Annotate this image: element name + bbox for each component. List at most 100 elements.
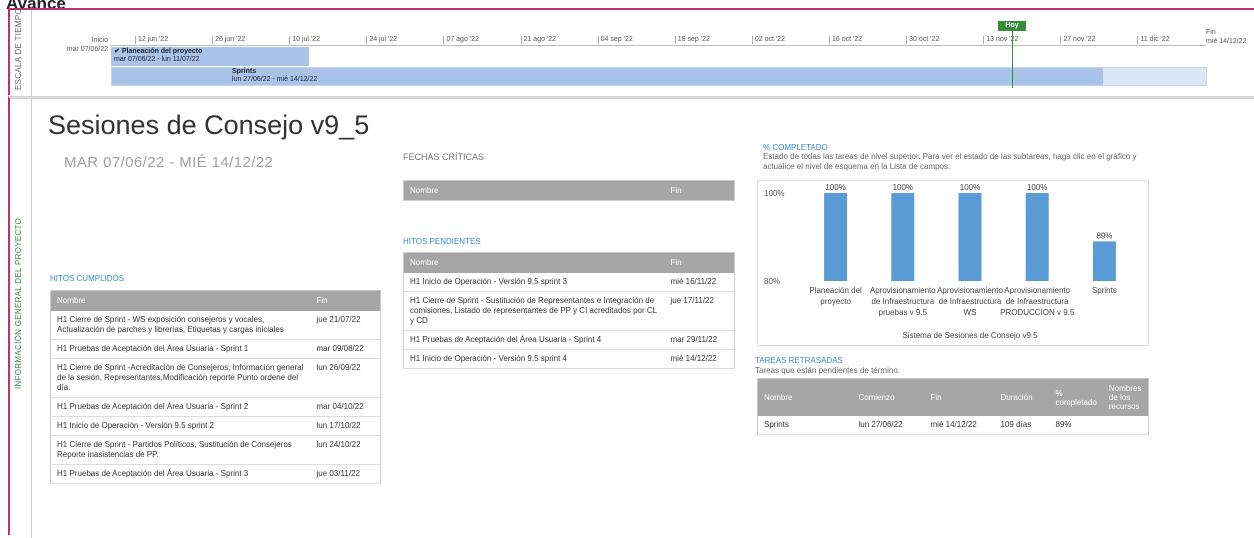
table-cell: H1 Pruebas de Aceptación del Área Usuari… [50,339,311,359]
fechas-criticas-table[interactable]: Nombre Fin [403,180,735,201]
x-tick-label: PRODUCCION v 9.5 [1000,308,1075,317]
table-row[interactable]: H1 Cierre de Sprint - Partidos Políticos… [50,435,381,465]
task-dates: lun 27/06/22 - mié 14/12/22 [232,76,318,83]
table-cell: H1 Cierre de Sprint -Acreditación de Con… [50,358,311,398]
task-dates: mar 07/06/22 - lun 11/07/22 [114,56,200,63]
x-tick-label: Aprovisionamiento [870,286,936,295]
timeline-tick: 10 jul '22 [289,36,320,44]
timeline-end-date: mié 14/12/22 [1206,38,1247,45]
x-tick-label: pruebas v 9.5 [879,308,928,317]
table-cell: jue 21/07/22 [310,310,381,340]
timeline-tick: 27 nov '22 [1060,36,1095,44]
table-cell: mar 04/10/22 [310,397,381,417]
table-row[interactable]: H1 Cierre de Sprint - WS exposición cons… [50,310,381,340]
column-header[interactable]: Nombre [50,290,311,311]
table-cell: H1 Pruebas de Aceptación del Área Usuari… [50,397,311,417]
timeline-side-strip: ESCALA DE TIEMPO [10,8,32,97]
table-cell: mié 14/12/22 [664,349,735,369]
completado-description: Estado de todas las tareas de nivel supe… [763,152,1137,171]
completado-chart[interactable]: 100% 80% 100% Planeación del proyecto 100% Apr… [757,180,1149,346]
table-cell: H1 Inicio de Operación - Versión 9.5 spr… [50,416,311,436]
table-cell [1102,416,1149,435]
timeline-tick: 11 dic '22 [1137,36,1170,44]
table-row[interactable]: H1 Cierre de Sprint -Acreditación de Con… [50,358,381,398]
tareas-retrasadas-label: TAREAS RETRASADAS [755,356,843,365]
main-side-strip: INFORMACIÓN GENERAL DEL PROYECTO [10,99,32,538]
column-header[interactable]: Nombre [403,180,665,201]
column-header[interactable]: Fin [664,180,735,201]
bar-value-label: 100% [825,183,845,192]
table-cell: H1 Cierre de Sprint - Partidos Políticos… [50,435,311,465]
table-row[interactable]: H1 Cierre de Sprint - Sustitución de Rep… [403,291,735,331]
tareas-retrasadas-subtitle: Tareas que están pendientes de término. [755,366,900,375]
table-cell: H1 Inicio de Operación - Versión 9.5 spr… [403,272,665,292]
completado-label: % COMPLETADO [763,143,828,152]
column-header[interactable]: Duración [994,378,1050,416]
bar-value-label: 100% [893,183,913,192]
table-cell: lun 26/09/22 [310,358,381,398]
timeline-start-date: mar 07/06/22 [66,46,108,53]
chart-bar[interactable] [824,193,848,281]
x-axis-label: Sistema de Sesiones de Consejo v9.5 [902,331,1038,340]
table-row[interactable]: H1 Pruebas de Aceptación del Área Usuari… [50,397,381,417]
main-side-label: INFORMACIÓN GENERAL DEL PROYECTO [14,217,23,389]
table-cell: jue 03/11/22 [310,464,381,484]
table-row[interactable]: H1 Pruebas de Aceptación del Área Usuari… [50,464,381,484]
today-marker-line [1012,30,1013,88]
column-header[interactable]: Fin [664,252,735,273]
table-row[interactable]: H1 Pruebas de Aceptación del Área Usuari… [403,330,735,350]
y-tick-label: 80% [764,277,780,286]
table-row[interactable]: Sprints lun 27/06/22 mié 14/12/22 109 dí… [757,416,1149,435]
timeline-start-label: Inicio [91,37,108,44]
timeline-task-sprints-label: Sprints lun 27/06/22 - mié 14/12/22 [232,68,317,84]
table-row[interactable]: H1 Pruebas de Aceptación del Área Usuari… [50,339,381,359]
task-name: Sprints [232,68,257,75]
bar-value-label: 89% [1096,231,1112,240]
timeline-tick: 12 jun '22 [135,36,168,44]
table-row[interactable]: H1 Inicio de Operación - Versión 9.5 spr… [50,416,381,436]
timeline-tick: 16 oct '22 [829,36,862,44]
table-cell: mar 09/08/22 [310,339,381,359]
x-tick-label: proyecto [820,297,851,306]
x-tick-label: WS [964,308,977,317]
bar-value-label: 100% [960,183,980,192]
table-cell: Sprints [757,416,853,435]
timeline-start: Inicio mar 07/06/22 [50,36,108,54]
y-tick-label: 100% [764,189,784,198]
table-cell: 109 días [994,416,1050,435]
column-header[interactable]: % completado [1049,378,1103,416]
chart-bar[interactable] [958,193,982,281]
completado-chart-svg[interactable]: 100% 80% 100% Planeación del proyecto 100% Apr… [758,181,1150,347]
tareas-retrasadas-table[interactable]: Nombre Comienzo Fin Duración % completad… [757,378,1149,435]
column-header[interactable]: Fin [924,378,995,416]
timeline-tick: 07 ago '22 [443,36,479,44]
column-header[interactable]: Nombre [403,252,665,273]
today-badge: Hoy [998,21,1026,31]
column-header[interactable]: Nombres de los recursos [1102,378,1149,416]
timeline-axis: 12 jun '22 26 jun '22 10 jul '22 24 jul '22… [110,36,1206,46]
x-tick-label: de Infraestructura [871,297,934,306]
project-title: Sesiones de Consejo v9_5 [48,110,370,140]
hitos-cumplidos-table[interactable]: Nombre Fin H1 Cierre de Sprint - WS expo… [50,290,381,484]
timeline-task-planeacion[interactable]: ✔ Planeación del proyecto mar 07/06/22 -… [111,47,309,66]
column-header[interactable]: Fin [310,290,381,311]
table-cell: H1 Pruebas de Aceptación del Área Usuari… [403,330,665,350]
timeline-tick: 21 ago '22 [520,36,556,44]
table-cell: 89% [1049,416,1103,435]
column-header[interactable]: Comienzo [852,378,925,416]
table-cell: mar 29/11/22 [664,330,735,350]
timeline-end: Fin mié 14/12/22 [1206,28,1246,46]
table-row[interactable]: H1 Inicio de Operación - Versión 9.5 spr… [403,272,735,292]
table-cell: H1 Inicio de Operación - Versión 9.5 spr… [403,349,665,369]
x-tick-label: Planeación del [809,286,862,295]
timeline-tick: 04 sep '22 [597,36,633,44]
hitos-pendientes-table[interactable]: Nombre Fin H1 Inicio de Operación - Vers… [403,252,735,369]
chart-bar[interactable] [1025,193,1049,281]
chart-bar[interactable] [891,193,915,281]
timeline-panel[interactable]: ESCALA DE TIEMPO Inicio mar 07/06/22 12 … [8,8,1254,97]
table-row[interactable]: H1 Inicio de Operación - Versión 9.5 spr… [403,349,735,369]
hitos-pendientes-label: HITOS PENDIENTES [403,237,481,246]
column-header[interactable]: Nombre [757,378,853,416]
x-tick-label: Aprovisionamiento [937,286,1003,295]
chart-bar[interactable] [1092,241,1116,281]
